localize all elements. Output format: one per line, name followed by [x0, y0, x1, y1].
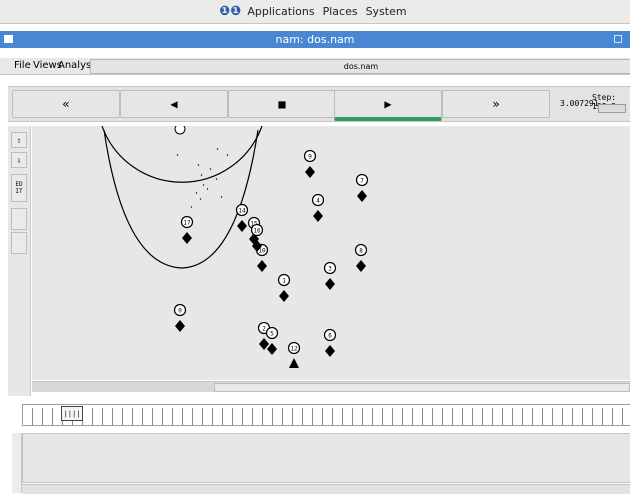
window-menu-icon[interactable] — [4, 35, 13, 43]
node-5[interactable]: 5 — [265, 326, 279, 356]
transmission-range-arc — [103, 129, 259, 269]
node-marker — [325, 278, 335, 290]
packet-mark — [206, 187, 209, 191]
filename-field: dos.nam — [90, 59, 630, 74]
node-marker — [257, 260, 267, 272]
node-0[interactable]: 0 — [173, 303, 187, 333]
node-8[interactable]: 8 — [354, 243, 368, 273]
node-label: 16 — [253, 228, 261, 235]
node-6[interactable]: 6 — [323, 328, 337, 358]
packet-mark — [215, 177, 218, 181]
packet-mark — [200, 173, 203, 177]
timeline-handle[interactable]: ∣∣∣∣ — [61, 406, 83, 421]
packet-mark — [209, 167, 212, 171]
node-label: 0 — [178, 308, 182, 315]
node-label: 5 — [270, 331, 274, 338]
node-marker — [259, 338, 269, 350]
desktop-top-panel: ❶❶ Applications Places System — [0, 0, 630, 24]
node-label: 1 — [282, 278, 286, 285]
node-4[interactable]: 4 — [311, 193, 325, 223]
zoom-in-button[interactable]: ⇧ — [11, 132, 27, 148]
panel-edge — [12, 433, 22, 493]
network-canvas[interactable]: 0 1 2 3 4 5 6 7 8 9 10 12 14 15 16 17 — [32, 126, 630, 380]
node-marker — [357, 190, 367, 202]
node-label: 17 — [183, 220, 191, 227]
node-label: 7 — [360, 178, 364, 185]
scrollbar-thumb[interactable] — [214, 383, 630, 392]
node-label: 2 — [262, 326, 266, 333]
node-7[interactable]: 7 — [355, 173, 369, 203]
node-marker — [279, 290, 289, 302]
packet-mark — [195, 191, 198, 195]
annotation-panel — [22, 433, 630, 483]
packet-mark — [176, 153, 179, 157]
step-slider[interactable] — [598, 104, 626, 113]
tool-button-1[interactable] — [11, 208, 27, 230]
tool-button-2[interactable] — [11, 232, 27, 254]
node-partial[interactable] — [174, 126, 186, 135]
zoom-out-button[interactable]: ⇩ — [11, 152, 27, 168]
node-label: 6 — [328, 333, 332, 340]
timeline-ticks — [23, 408, 630, 425]
horizontal-scrollbar[interactable] — [32, 381, 630, 392]
play-button[interactable]: ▶ — [334, 90, 442, 121]
node-marker — [313, 210, 323, 222]
fast-rewind-button[interactable]: « — [12, 90, 120, 118]
gnome-logo-icon[interactable]: ❶❶ — [219, 4, 241, 19]
node-label: 8 — [359, 248, 363, 255]
node-marker — [356, 260, 366, 272]
node-marker — [325, 345, 335, 357]
node-marker — [289, 358, 299, 368]
fast-forward-button[interactable]: » — [442, 90, 550, 118]
node-label: 12 — [290, 346, 298, 353]
packet-mark — [197, 163, 200, 167]
edit-button[interactable]: ED IT — [11, 174, 27, 202]
node-label: 3 — [328, 266, 332, 273]
bottom-scrollbar[interactable] — [22, 484, 630, 494]
system-menu[interactable]: System — [366, 5, 407, 18]
node-label: 9 — [308, 154, 312, 161]
node-marker — [267, 343, 277, 355]
timeline-slider[interactable]: ∣∣∣∣ — [22, 404, 630, 426]
node-12[interactable]: 12 — [287, 341, 301, 369]
minimize-icon[interactable] — [614, 35, 622, 43]
node-marker — [237, 220, 247, 232]
packet-particles — [176, 147, 229, 209]
node-marker — [305, 166, 315, 178]
file-menu[interactable]: File — [14, 60, 31, 71]
transmission-range-circle — [101, 126, 263, 183]
packet-mark — [199, 197, 202, 201]
node-marker — [182, 232, 192, 244]
node-label: 4 — [316, 198, 320, 205]
packet-mark — [220, 195, 223, 199]
window-title: nam: dos.nam — [275, 33, 355, 46]
node-marker — [175, 320, 185, 332]
rewind-button[interactable]: ◀ — [120, 90, 228, 118]
node-9[interactable]: 9 — [303, 149, 317, 179]
playback-controls: « ◀ ■ ▶ » 3.007291 Step: 158.5ms — [8, 86, 630, 122]
places-menu[interactable]: Places — [323, 5, 358, 18]
node-17[interactable]: 17 — [180, 215, 194, 245]
node-3[interactable]: 3 — [323, 261, 337, 291]
node-label: 14 — [238, 208, 246, 215]
node-1[interactable]: 1 — [277, 273, 291, 303]
packet-mark — [216, 147, 219, 151]
side-toolbar: ⇧ ⇩ ED IT — [8, 126, 31, 396]
packet-mark — [190, 205, 193, 209]
menubar: File Views Analysis dos.nam — [0, 58, 630, 75]
stop-button[interactable]: ■ — [228, 90, 336, 118]
node-14[interactable]: 14 — [235, 203, 249, 233]
packet-mark — [202, 183, 205, 187]
window-titlebar: nam: dos.nam — [0, 31, 630, 48]
applications-menu[interactable]: Applications — [247, 5, 314, 18]
network-graph[interactable]: 012345 6789101214151617 — [32, 126, 630, 380]
packet-mark — [226, 153, 229, 157]
